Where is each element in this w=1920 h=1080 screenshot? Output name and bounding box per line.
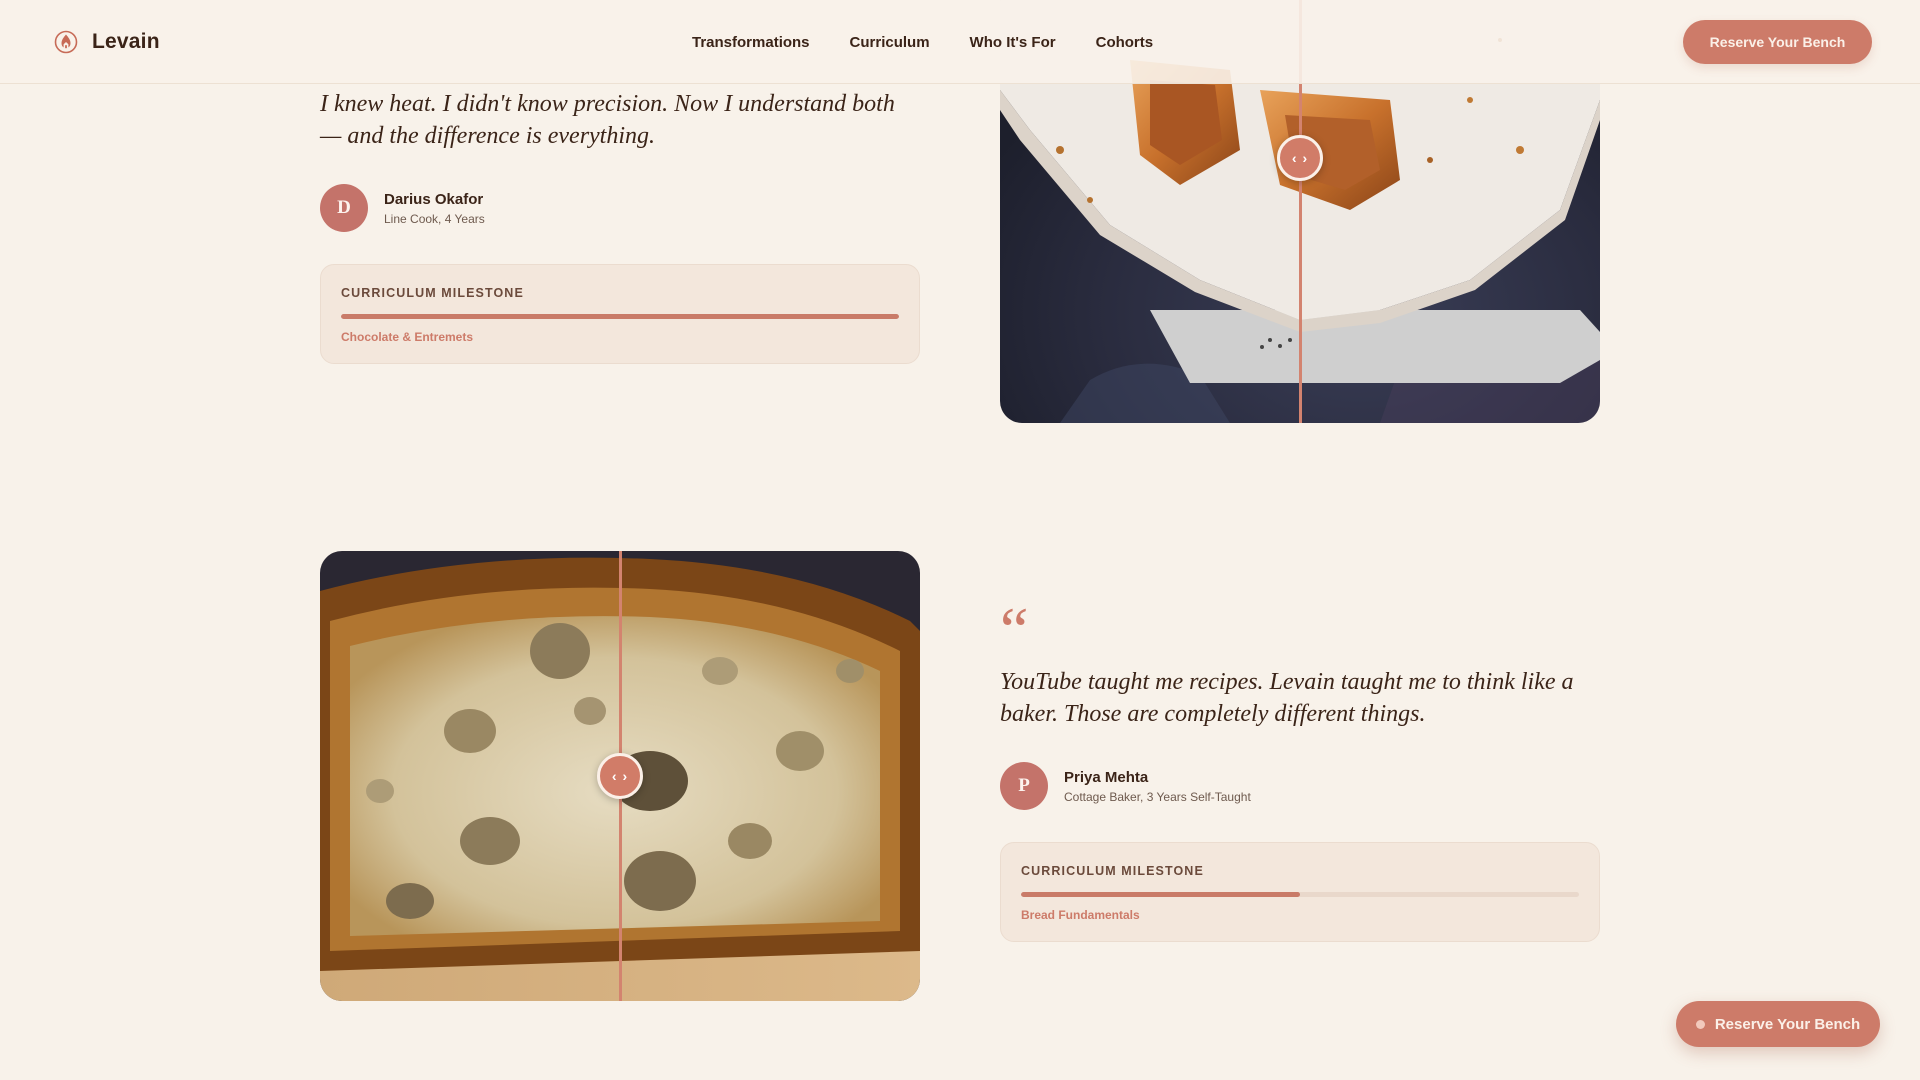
milestone-label: CURRICULUM MILESTONE (1021, 864, 1204, 878)
drag-handle-icon[interactable]: ‹ › (597, 753, 643, 799)
milestone-label: CURRICULUM MILESTONE (341, 286, 524, 300)
reserve-bench-floating-button[interactable]: Reserve Your Bench (1676, 1001, 1880, 1047)
site-header: Levain Transformations Curriculum Who It… (0, 0, 1920, 84)
main-nav: Transformations Curriculum Who It's For … (692, 0, 1153, 84)
author-info: Darius Okafor Line Cook, 4 Years (384, 191, 485, 226)
milestone-progress-fill (341, 314, 899, 319)
nav-link-who-its-for[interactable]: Who It's For (970, 34, 1056, 51)
nav-link-transformations[interactable]: Transformations (692, 34, 810, 51)
nav-link-cohorts[interactable]: Cohorts (1096, 34, 1154, 51)
reserve-bench-header-button[interactable]: Reserve Your Bench (1683, 20, 1872, 64)
floating-cta-label: Reserve Your Bench (1714, 1015, 1861, 1033)
curriculum-milestone-card: CURRICULUM MILESTONE Chocolate & Entreme… (320, 264, 920, 364)
testimonial-author-priya: P Priya Mehta Cottage Baker, 3 Years Sel… (1000, 762, 1251, 810)
testimonial-author-darius: D Darius Okafor Line Cook, 4 Years (320, 184, 485, 232)
flame-house-icon (54, 30, 78, 54)
avatar: P (1000, 762, 1048, 810)
milestone-progress-track (1021, 892, 1579, 897)
author-role: Cottage Baker, 3 Years Self-Taught (1064, 789, 1251, 804)
quote-mark-icon: “ (1000, 594, 1029, 665)
testimonial-quote-darius: I knew heat. I didn't know precision. No… (320, 91, 895, 149)
brand-name: Levain (92, 30, 160, 53)
milestone-progress-fill (1021, 892, 1300, 897)
before-after-image-sourdough[interactable]: ‹ › (320, 551, 920, 1001)
testimonial-quote-priya: YouTube taught me recipes. Levain taught… (1000, 669, 1574, 727)
brand-logo-link[interactable]: Levain (54, 27, 160, 57)
avatar: D (320, 184, 368, 232)
curriculum-milestone-card: CURRICULUM MILESTONE Bread Fundamentals (1000, 842, 1600, 942)
milestone-name: Chocolate & Entremets (341, 330, 474, 344)
milestone-name: Bread Fundamentals (1021, 908, 1140, 922)
milestone-progress-track (341, 314, 899, 319)
author-name: Darius Okafor (384, 190, 484, 208)
author-name: Priya Mehta (1064, 768, 1149, 786)
author-role: Line Cook, 4 Years (384, 211, 485, 226)
nav-link-curriculum[interactable]: Curriculum (850, 34, 930, 51)
status-dot-icon (1695, 1019, 1705, 1029)
drag-handle-icon[interactable]: ‹ › (1277, 135, 1323, 181)
author-info: Priya Mehta Cottage Baker, 3 Years Self-… (1064, 769, 1251, 804)
